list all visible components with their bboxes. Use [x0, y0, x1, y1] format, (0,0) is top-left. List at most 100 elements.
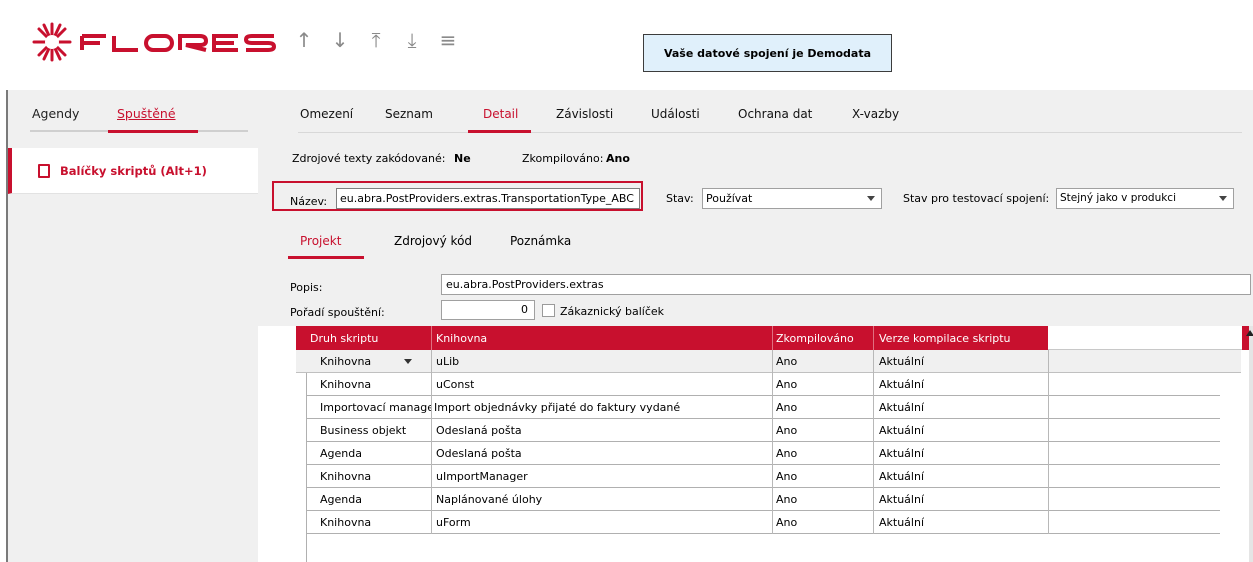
column-divider [1048, 373, 1049, 396]
poradi-label: Pořadí spouštění: [290, 306, 385, 319]
column-header[interactable]: Knihovna [436, 332, 487, 345]
project-form: Popis: eu.abra.PostProviders.extras Pořa… [258, 266, 1253, 326]
table-row[interactable]: Knihovna uLib Ano Aktuální [296, 350, 1241, 373]
column-divider [873, 373, 874, 396]
stav-value: Používat [706, 192, 753, 205]
table-cell: Ano [776, 424, 798, 437]
sidebar-tabs: Agendy Spuštěné [8, 90, 258, 138]
column-divider [873, 442, 874, 465]
table-cell: uImportManager [436, 470, 528, 483]
column-divider [431, 396, 432, 419]
chevron-down-icon[interactable] [1219, 196, 1227, 201]
column-header[interactable]: Verze kompilace skriptu [879, 332, 1011, 345]
table-cell: Knihovna [320, 516, 372, 529]
column-header[interactable]: Zkompilováno [776, 332, 854, 345]
table-cell: Aktuální [879, 447, 925, 460]
column-divider [1048, 419, 1049, 442]
table-row[interactable]: Knihovna uConst Ano Aktuální [306, 373, 1220, 396]
arrow-down-icon[interactable]: ↓ [322, 24, 358, 56]
arrow-to-bottom-icon[interactable]: ⤓ [394, 24, 430, 56]
table-cell: Agenda [320, 493, 362, 506]
poradi-input[interactable]: 0 [441, 300, 535, 320]
encoded-label: Zdrojové texty zakódované: [292, 152, 446, 165]
column-divider [431, 419, 432, 442]
column-divider [873, 326, 874, 350]
table-cell: Aktuální [879, 493, 925, 506]
chevron-down-icon[interactable] [867, 196, 875, 201]
table-cell: Odeslaná pošta [436, 424, 522, 437]
menu-icon[interactable]: ≡ [430, 24, 466, 56]
stav-select[interactable]: Používat [702, 188, 882, 209]
table-cell: Knihovna [320, 355, 372, 368]
table-cell: Agenda [320, 447, 362, 460]
sidebar-item-label: Balíčky skriptů (Alt+1) [60, 163, 207, 178]
column-divider [772, 373, 773, 396]
main-tabs: Omezení Seznam Detail Závislosti Událost… [258, 90, 1253, 138]
compiled-label: Zkompilováno: [522, 152, 604, 165]
tab-poznamka[interactable]: Poznámka [510, 234, 571, 248]
column-divider [772, 350, 773, 373]
tab-ochrana-dat[interactable]: Ochrana dat [738, 107, 812, 121]
table-cell: Importovací manage [320, 401, 432, 414]
active-tab-indicator [288, 256, 364, 259]
column-divider [431, 326, 432, 350]
table-cell: Ano [776, 516, 798, 529]
column-divider [431, 511, 432, 534]
customer-package-label: Zákaznický balíček [560, 305, 665, 318]
stav-test-select[interactable]: Stejný jako v produkci [1056, 188, 1234, 209]
name-input[interactable]: eu.abra.PostProviders.extras.Transportat… [336, 188, 640, 209]
sidebar-item-balicky-skriptu[interactable]: Balíčky skriptů (Alt+1) [8, 148, 258, 194]
chevron-down-icon[interactable] [404, 359, 412, 364]
tab-seznam[interactable]: Seznam [385, 107, 433, 121]
popis-label: Popis: [290, 281, 323, 294]
vertical-scrollbar[interactable] [1249, 326, 1253, 562]
sidebar-tab-agendy[interactable]: Agendy [32, 106, 79, 121]
arrow-up-icon[interactable]: ↑ [286, 24, 322, 56]
table-row[interactable]: Agenda Naplánované úlohy Ano Aktuální [306, 488, 1220, 511]
flores-logo [30, 20, 280, 64]
active-tab-indicator [468, 130, 531, 133]
column-header[interactable]: Druh skriptu [310, 332, 378, 345]
sidebar-tab-spustene[interactable]: Spuštěné [117, 106, 176, 121]
tab-udalosti[interactable]: Události [651, 107, 700, 121]
name-label: Název: [290, 195, 328, 208]
column-divider [1048, 488, 1049, 511]
table-cell: Knihovna [320, 378, 372, 391]
tab-zavislosti[interactable]: Závislosti [556, 107, 613, 121]
tab-omezeni[interactable]: Omezení [300, 107, 353, 121]
table-row[interactable]: Knihovna uForm Ano Aktuální [306, 511, 1220, 534]
table-cell: Aktuální [879, 378, 925, 391]
column-divider [431, 465, 432, 488]
column-divider [873, 419, 874, 442]
table-row[interactable]: Importovací manage Import objednávky při… [306, 396, 1220, 419]
scripts-grid: Druh skriptu Knihovna Zkompilováno Verze… [296, 326, 1253, 562]
table-cell: Ano [776, 447, 798, 460]
table-row[interactable]: Knihovna uImportManager Ano Aktuální [306, 465, 1220, 488]
table-row[interactable]: Agenda Odeslaná pošta Ano Aktuální [306, 442, 1220, 465]
column-divider [1048, 465, 1049, 488]
customer-package-checkbox[interactable] [542, 304, 555, 317]
active-tab-indicator [108, 130, 198, 133]
column-divider [772, 465, 773, 488]
grid-header-filler [1048, 326, 1248, 350]
tab-projekt[interactable]: Projekt [300, 234, 341, 248]
column-divider [873, 488, 874, 511]
scroll-up-icon[interactable] [1246, 330, 1253, 336]
popis-input[interactable]: eu.abra.PostProviders.extras [441, 274, 1251, 295]
table-cell: uForm [436, 516, 471, 529]
table-cell: Aktuální [879, 355, 925, 368]
tab-zdrojovy-kod[interactable]: Zdrojový kód [394, 234, 472, 248]
compile-info: Zdrojové texty zakódované: Ne Zkompilová… [258, 138, 1253, 178]
table-row[interactable]: Business objekt Odeslaná pošta Ano Aktuá… [306, 419, 1220, 442]
arrow-to-top-icon[interactable]: ⤒ [358, 24, 394, 56]
top-bar: ↑ ↓ ⤒ ⤓ ≡ Vaše datové spojení je Demodat… [0, 0, 1253, 90]
column-divider [772, 488, 773, 511]
table-cell: Aktuální [879, 516, 925, 529]
tab-detail[interactable]: Detail [483, 107, 518, 121]
column-divider [772, 442, 773, 465]
table-cell: Aktuální [879, 470, 925, 483]
connection-notice: Vaše datové spojení je Demodata [643, 34, 892, 72]
table-cell: uLib [436, 355, 460, 368]
tab-x-vazby[interactable]: X-vazby [852, 107, 899, 121]
column-divider [772, 396, 773, 419]
